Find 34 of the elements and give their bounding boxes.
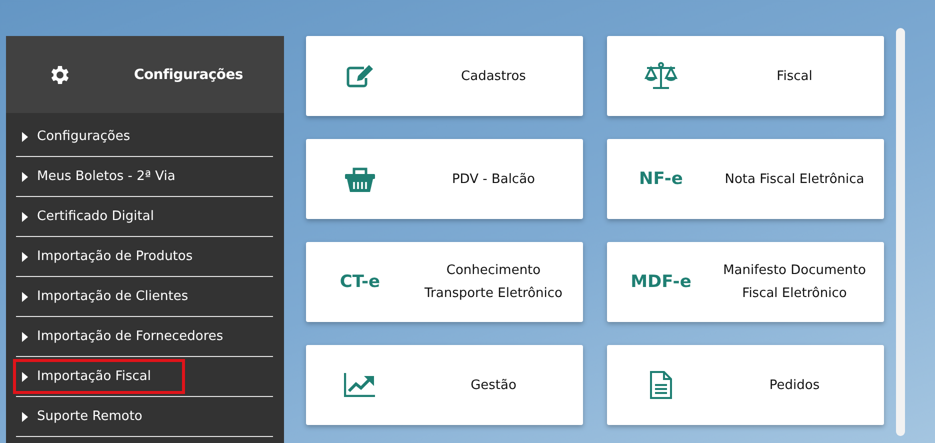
menu-item[interactable]: Importação de Fornecedores xyxy=(13,319,238,354)
caret-icon xyxy=(22,412,28,422)
module-card[interactable]: NF-e Nota Fiscal Eletrônica xyxy=(607,139,884,219)
menu-item[interactable]: Importação de Clientes xyxy=(13,279,204,314)
edit-icon xyxy=(346,64,374,88)
module-code: MDF-e xyxy=(630,272,692,292)
document-icon xyxy=(650,371,672,399)
module-card[interactable]: Fiscal xyxy=(607,36,884,116)
menu-item[interactable]: Certificado Digital xyxy=(13,199,185,234)
module-card[interactable]: PDV - Balcão xyxy=(306,139,583,219)
module-card[interactable]: Cadastros xyxy=(306,36,583,116)
module-card[interactable]: CT-e Conhecimento Transporte Eletrônico xyxy=(306,242,583,322)
menu-item[interactable]: Suporte Remoto xyxy=(13,399,185,434)
menu-item[interactable]: Configurações xyxy=(13,119,185,154)
module-card[interactable]: Gestão xyxy=(306,345,583,425)
caret-icon xyxy=(22,332,28,342)
chart-icon xyxy=(344,373,376,397)
module-code: CT-e xyxy=(340,272,380,292)
module-code: NF-e xyxy=(639,169,683,189)
scale-icon xyxy=(644,62,678,90)
menu-item[interactable]: Meus Boletos - 2ª Via xyxy=(13,159,190,194)
caret-icon xyxy=(22,252,28,262)
caret-icon xyxy=(22,292,28,302)
caret-icon xyxy=(22,132,28,142)
basket-icon xyxy=(344,165,376,193)
menu-item[interactable]: Importação Fiscal xyxy=(13,359,185,394)
scrollbar[interactable] xyxy=(896,28,905,436)
sidebar-title: Configurações xyxy=(134,66,243,82)
module-card[interactable]: MDF-e Manifesto Documento Fiscal Eletrônico xyxy=(607,242,884,322)
caret-icon xyxy=(22,372,28,382)
caret-icon xyxy=(22,212,28,222)
module-card[interactable]: Pedidos xyxy=(607,345,884,425)
caret-icon xyxy=(22,172,28,182)
menu-item[interactable]: Importação de Produtos xyxy=(13,239,208,274)
